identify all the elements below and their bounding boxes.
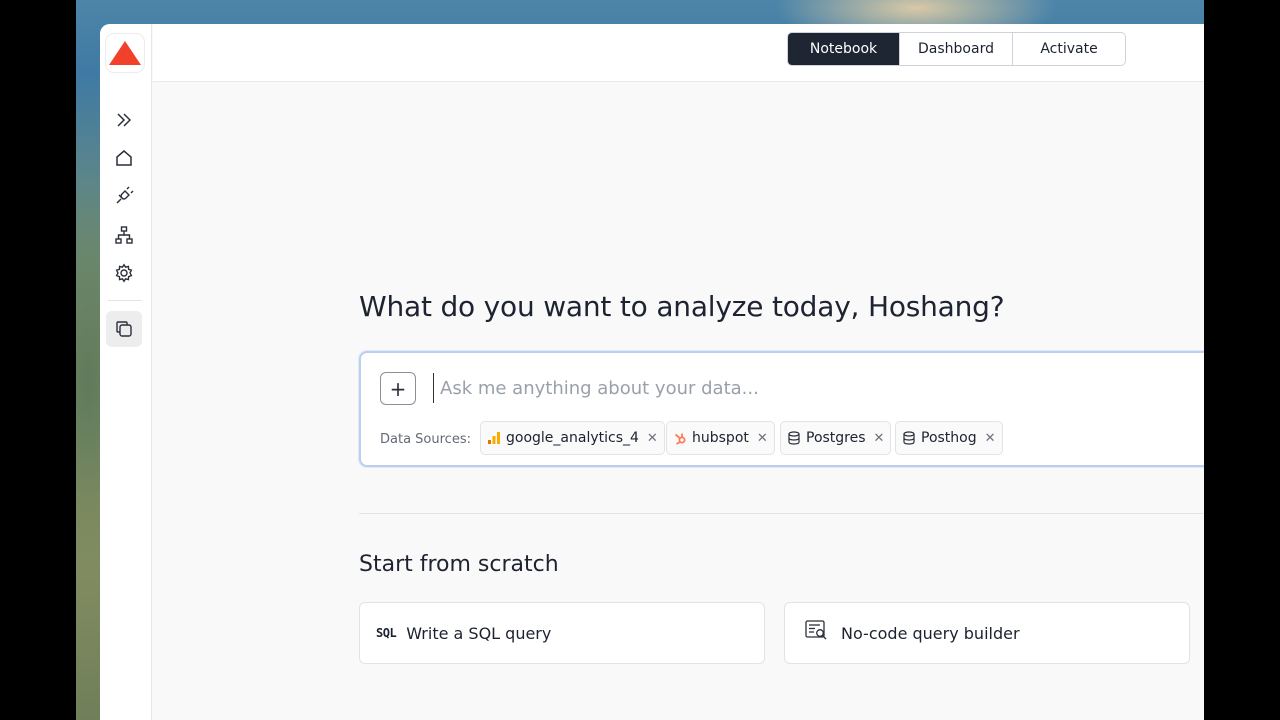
data-source-name: Postgres — [806, 430, 866, 446]
tab-dashboard[interactable]: Dashboard — [900, 33, 1013, 65]
data-source-chip-postgres[interactable]: Postgres ✕ — [780, 421, 892, 455]
database-icon — [902, 431, 916, 445]
remove-source-icon[interactable]: ✕ — [647, 431, 658, 446]
remove-source-icon[interactable]: ✕ — [757, 431, 768, 446]
data-source-name: Posthog — [921, 430, 977, 446]
models-button[interactable] — [110, 221, 138, 249]
section-title-scratch: Start from scratch — [359, 552, 559, 577]
tab-notebook[interactable]: Notebook — [788, 33, 900, 65]
data-source-chip-posthog[interactable]: Posthog ✕ — [895, 421, 1003, 455]
gear-icon — [115, 263, 133, 283]
connections-button[interactable] — [110, 182, 138, 210]
plug-icon — [116, 186, 134, 204]
home-icon — [116, 150, 132, 166]
data-source-name: google_analytics_4 — [506, 430, 639, 446]
ask-box: + Data Sources: google_analytics_4 ✕ hub… — [359, 351, 1204, 467]
data-source-name: hubspot — [692, 430, 749, 446]
sidebar — [100, 24, 152, 720]
data-sources-label: Data Sources: — [380, 432, 471, 447]
data-source-chip-hubspot[interactable]: hubspot ✕ — [666, 421, 775, 455]
write-sql-label: Write a SQL query — [406, 623, 552, 643]
mode-switcher: Notebook Dashboard Activate — [787, 32, 1126, 66]
remove-source-icon[interactable]: ✕ — [985, 431, 996, 446]
notebooks-button[interactable] — [110, 315, 138, 343]
bar-chart-icon — [487, 431, 501, 445]
sql-icon: SQL — [376, 626, 397, 640]
top-bar: Notebook Dashboard Activate — [153, 24, 1204, 82]
settings-button[interactable] — [110, 259, 138, 287]
copy-stack-icon — [116, 321, 132, 337]
data-source-chip-ga4[interactable]: google_analytics_4 ✕ — [480, 421, 665, 455]
tab-activate[interactable]: Activate — [1013, 33, 1125, 65]
query-builder-label: No-code query builder — [841, 623, 1020, 643]
hubspot-icon — [673, 431, 687, 445]
app-logo[interactable] — [106, 34, 144, 72]
database-icon — [787, 431, 801, 445]
hierarchy-icon — [115, 226, 133, 244]
remove-source-icon[interactable]: ✕ — [874, 431, 885, 446]
write-sql-card[interactable]: SQL Write a SQL query — [359, 602, 765, 664]
section-divider — [359, 513, 1204, 514]
expand-sidebar-button[interactable] — [110, 106, 138, 134]
triangle-logo-icon — [109, 41, 141, 65]
expand-chevrons-icon — [117, 113, 132, 127]
home-button[interactable] — [110, 144, 138, 172]
query-builder-icon — [805, 620, 829, 646]
query-builder-card[interactable]: No-code query builder — [784, 602, 1190, 664]
sidebar-divider — [108, 300, 142, 301]
ask-input[interactable] — [433, 373, 1133, 403]
page-title: What do you want to analyze today, Hosha… — [359, 290, 1005, 323]
app-window: Notebook Dashboard Activate What do you … — [100, 24, 1204, 720]
add-attachment-button[interactable]: + — [380, 372, 416, 405]
